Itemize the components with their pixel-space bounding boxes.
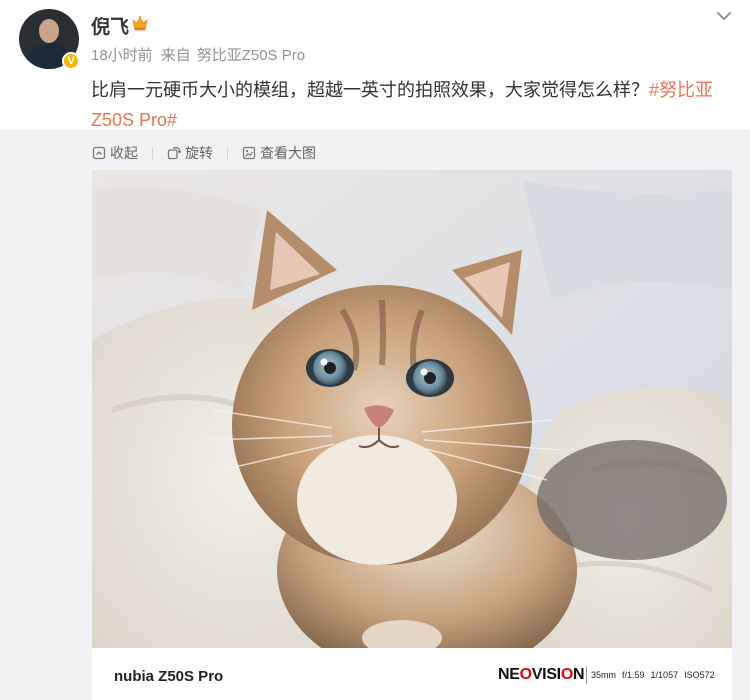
rotate-icon [167, 147, 181, 160]
photo-watermark: nubia Z50S Pro NEOVISION 35mm f/1.59 1/105… [92, 648, 732, 700]
collect-button[interactable]: 收起 [92, 143, 138, 163]
post-time[interactable]: 18小时前 [91, 47, 153, 64]
crown-icon[interactable] [131, 14, 149, 32]
view-large-button[interactable]: 查看大图 [242, 143, 316, 163]
post-body: 比肩一元硬币大小的模组，超越一英寸的拍照效果，大家觉得怎么样？ [91, 80, 649, 100]
chevron-down-icon[interactable] [716, 8, 732, 24]
kitten-photo [92, 170, 732, 648]
collapse-icon [92, 146, 106, 160]
post-photo[interactable] [92, 170, 732, 648]
source-label: 来自 [160, 47, 191, 64]
post-text: 比肩一元硬币大小的模组，超越一英寸的拍照效果，大家觉得怎么样？#努比亚Z50S … [91, 75, 721, 135]
toolbar-divider [152, 146, 153, 160]
rotate-label: 旋转 [185, 145, 213, 161]
verified-badge-icon: V [62, 52, 80, 70]
neovision-logo: NEOVISION [498, 666, 585, 683]
exif-focal-length: 35mm [591, 670, 617, 680]
camera-device-name: nubia Z50S Pro [114, 668, 224, 685]
collect-label: 收起 [110, 145, 138, 161]
exif-iso: ISO572 [684, 670, 715, 680]
avatar-face [39, 19, 59, 43]
watermark-separator [586, 666, 587, 684]
zoom-image-icon [242, 146, 256, 160]
post-meta: 18小时前 来自 努比亚Z50S Pro [91, 44, 305, 65]
exif-shutter: 1/1057 [650, 670, 679, 680]
rotate-button[interactable]: 旋转 [167, 143, 213, 163]
toolbar-divider [227, 146, 228, 160]
view-large-label: 查看大图 [260, 145, 316, 161]
username[interactable]: 倪飞 [91, 12, 129, 39]
image-toolbar: 收起 旋转 查看大图 [92, 143, 316, 163]
exif-info: 35mm f/1.59 1/1057 ISO572 [591, 670, 721, 680]
source-device[interactable]: 努比亚Z50S Pro [197, 47, 305, 64]
post-header: V 倪飞 18小时前 来自 努比亚Z50S Pro 比肩一元硬币大小的模组，超越一英… [0, 0, 750, 130]
exif-aperture: f/1.59 [622, 670, 645, 680]
